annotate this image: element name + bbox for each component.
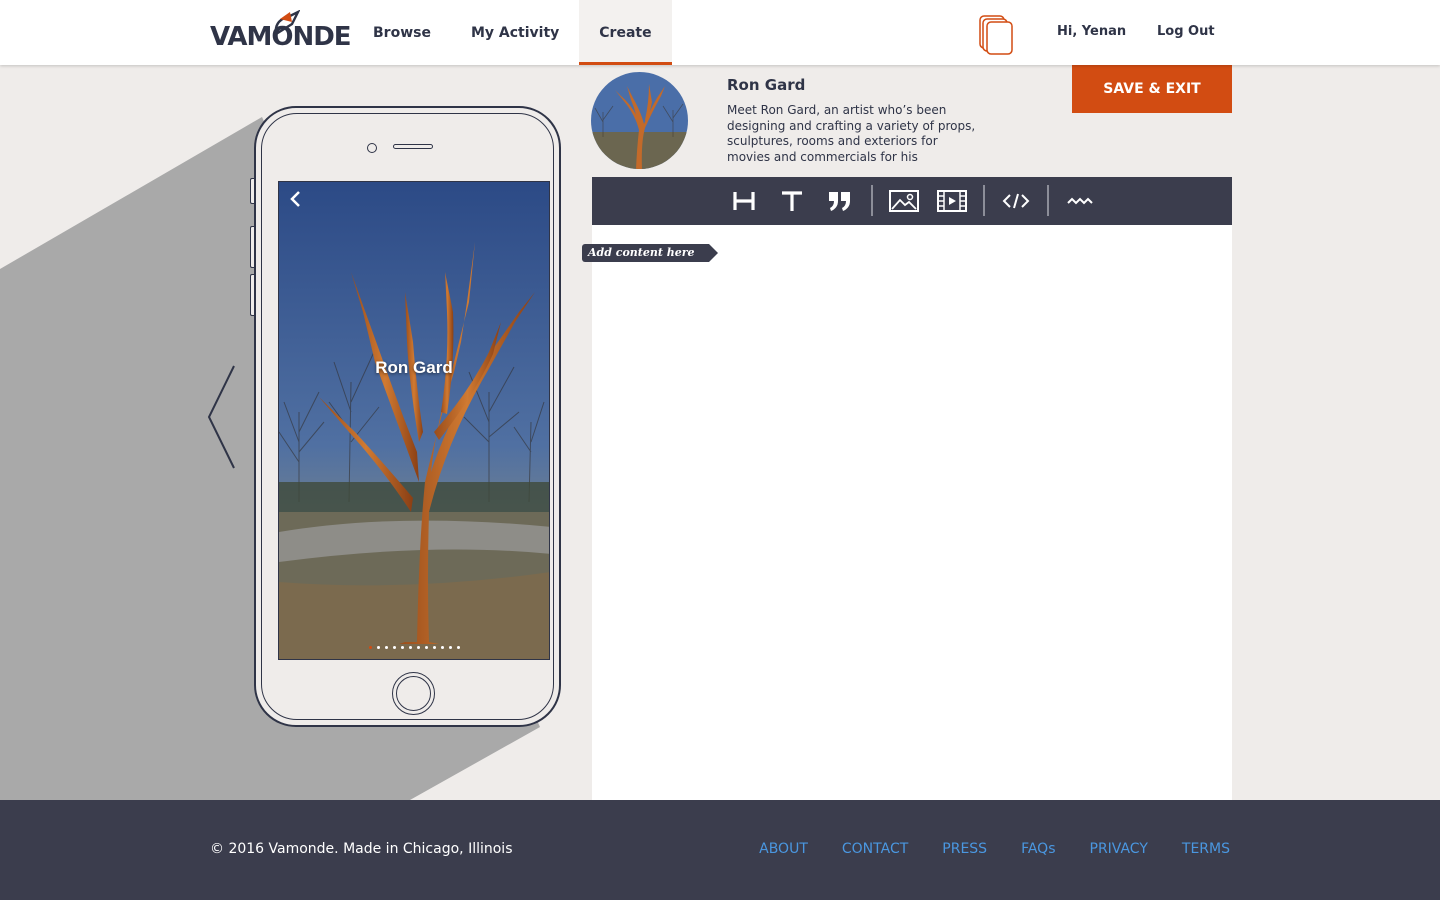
page-dot[interactable]	[416, 646, 420, 649]
footer-link-privacy[interactable]: PRIVACY	[1090, 841, 1148, 857]
main-nav: Browse My Activity Create	[353, 0, 672, 65]
page-dot[interactable]	[368, 646, 372, 649]
story-title: Ron Gard	[727, 76, 806, 94]
page-dot[interactable]	[424, 646, 428, 649]
phone-preview: Ron Gard	[250, 104, 565, 730]
cover-photo	[279, 182, 549, 659]
text-icon	[782, 191, 802, 211]
stacked-cards-icon[interactable]	[978, 14, 1016, 56]
logo-flag-icon	[274, 10, 300, 36]
toolbar-separator	[1047, 185, 1049, 216]
phone-home-button	[392, 672, 435, 715]
nav-create[interactable]: Create	[579, 0, 672, 65]
page-indicator	[279, 646, 549, 649]
quote-icon	[829, 192, 850, 211]
page-dot[interactable]	[456, 646, 460, 649]
toolbar-separator	[983, 185, 985, 216]
avatar-image	[591, 72, 688, 169]
heading-icon	[733, 192, 755, 210]
text-tool-button[interactable]	[776, 177, 808, 225]
footer-link-about[interactable]: ABOUT	[759, 841, 808, 857]
vamonde-logo[interactable]: VAMONDE	[210, 10, 352, 50]
phone-camera	[367, 143, 377, 153]
video-icon	[937, 190, 967, 212]
embed-tool-button[interactable]	[998, 177, 1034, 225]
story-editor-canvas[interactable]	[592, 225, 1232, 800]
video-tool-button[interactable]	[934, 177, 970, 225]
phone-speaker	[393, 144, 433, 149]
footer-link-contact[interactable]: CONTACT	[842, 841, 908, 857]
footer: © 2016 Vamonde. Made in Chicago, Illinoi…	[0, 800, 1440, 900]
save-and-exit-button[interactable]: SAVE & EXIT	[1072, 65, 1232, 113]
page-dot[interactable]	[400, 646, 404, 649]
embed-code-icon	[1002, 193, 1030, 209]
toolbar-separator	[871, 185, 873, 216]
user-greeting[interactable]: Hi, Yenan	[1057, 24, 1126, 39]
heading-tool-button[interactable]	[728, 177, 760, 225]
story-description: Meet Ron Gard, an artist who’s been desi…	[727, 103, 976, 164]
footer-link-press[interactable]: PRESS	[942, 841, 987, 857]
page-dot[interactable]	[448, 646, 452, 649]
page-dot[interactable]	[432, 646, 436, 649]
phone-body: Ron Gard	[254, 106, 561, 727]
footer-copyright: © 2016 Vamonde. Made in Chicago, Illinoi…	[210, 841, 513, 857]
add-content-tag[interactable]: Add content here	[582, 244, 718, 262]
top-navbar: VAMONDE Browse My Activity Create Hi, Ye…	[0, 0, 1440, 65]
image-icon	[889, 190, 919, 212]
footer-links: ABOUT CONTACT PRESS FAQs PRIVACY TERMS	[759, 841, 1230, 857]
page-dot[interactable]	[384, 646, 388, 649]
divider-tool-button[interactable]	[1062, 177, 1098, 225]
logout-link[interactable]: Log Out	[1157, 24, 1215, 39]
phone-screen: Ron Gard	[278, 181, 550, 660]
page-dot[interactable]	[440, 646, 444, 649]
story-avatar[interactable]	[591, 72, 688, 169]
quote-tool-button[interactable]	[824, 177, 856, 225]
image-tool-button[interactable]	[886, 177, 922, 225]
page-dot[interactable]	[408, 646, 412, 649]
footer-link-faqs[interactable]: FAQs	[1021, 841, 1055, 857]
editor-toolbar	[592, 177, 1232, 225]
page-dot[interactable]	[392, 646, 396, 649]
prev-story-arrow-icon[interactable]	[205, 362, 239, 472]
nav-my-activity[interactable]: My Activity	[451, 0, 579, 65]
screen-story-title: Ron Gard	[375, 358, 453, 377]
divider-wave-icon	[1067, 197, 1093, 205]
screen-back-chevron-icon[interactable]	[289, 190, 303, 208]
page-dot[interactable]	[376, 646, 380, 649]
footer-link-terms[interactable]: TERMS	[1182, 841, 1230, 857]
nav-browse[interactable]: Browse	[353, 0, 451, 65]
